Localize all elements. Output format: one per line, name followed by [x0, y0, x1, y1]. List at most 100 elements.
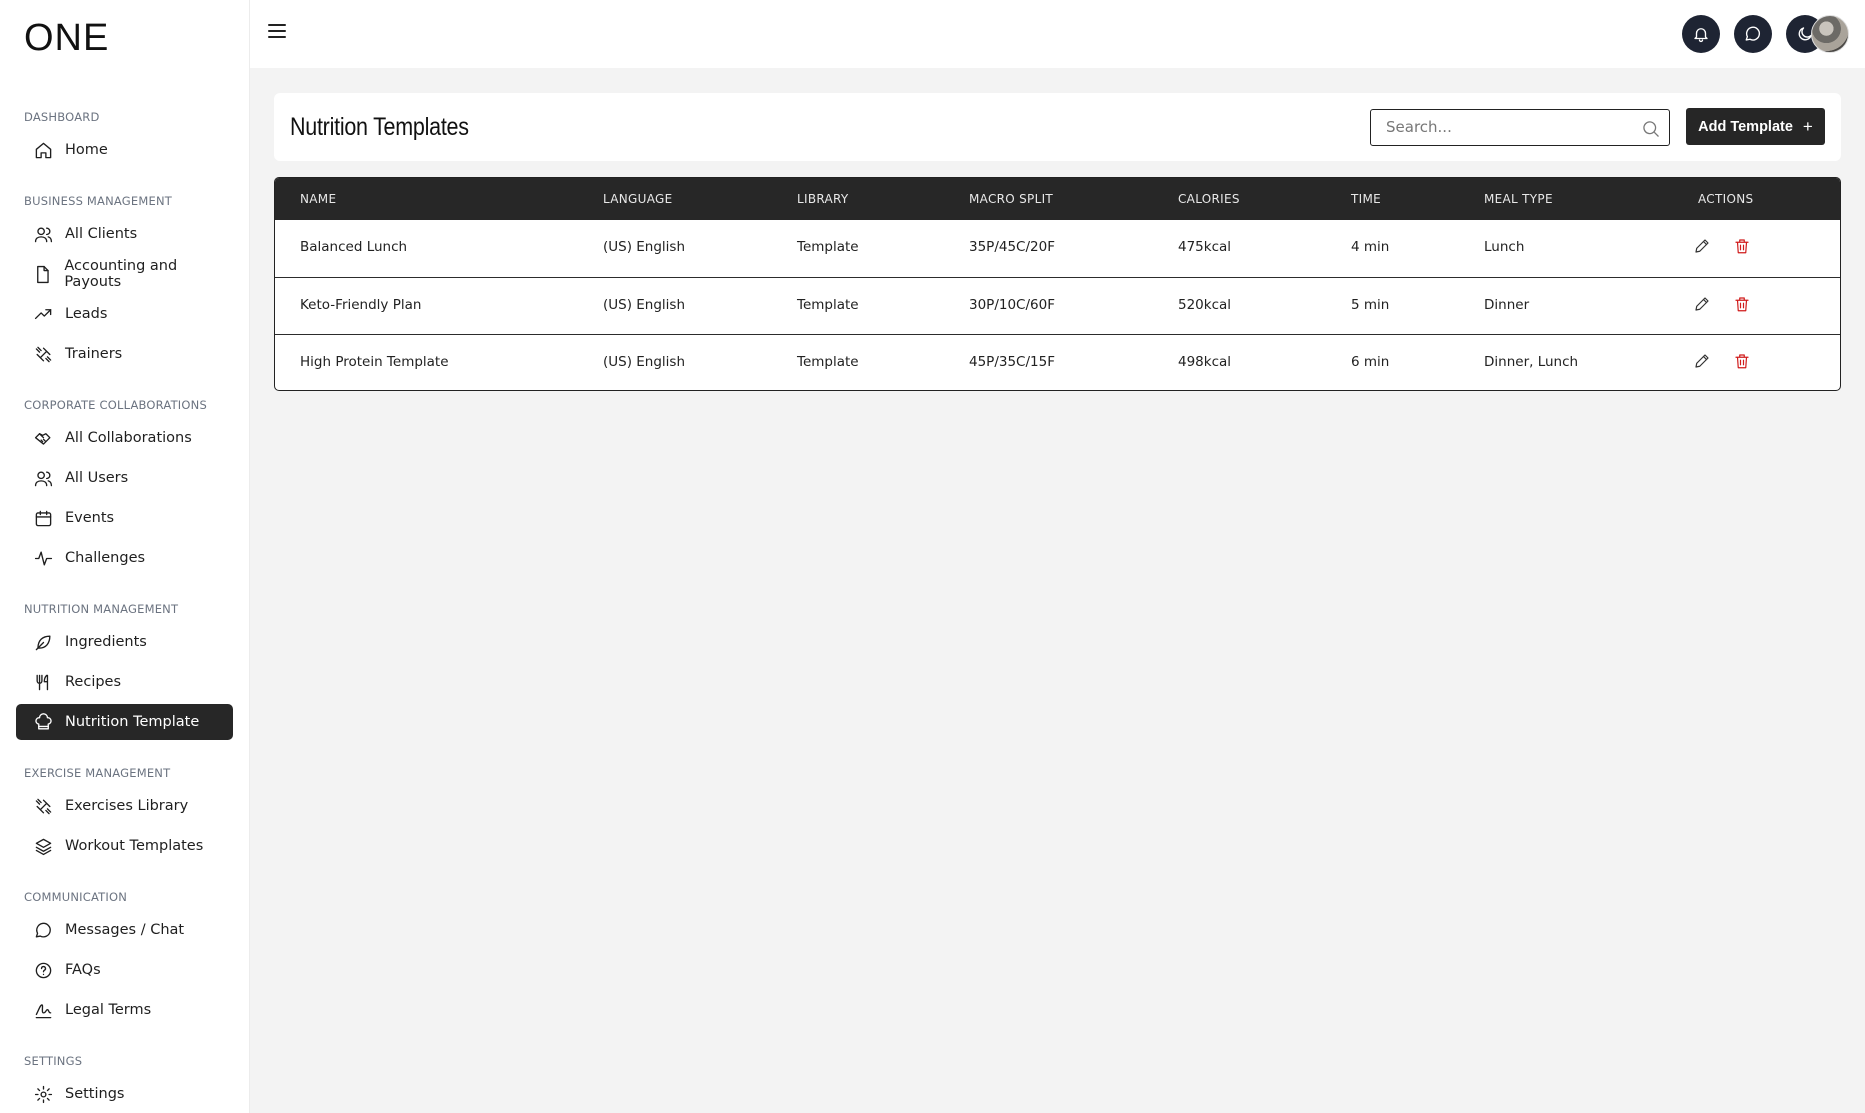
section-title-settings: SETTINGS [24, 1054, 83, 1068]
sidebar-item-faqs[interactable]: FAQs [16, 952, 233, 988]
sidebar-item-label: All Collaborations [65, 430, 192, 446]
sidebar-item-label: FAQs [65, 962, 101, 978]
sidebar-item-label: Ingredients [65, 634, 147, 650]
leaf-icon [33, 632, 53, 652]
cell-name: Keto-Friendly Plan [300, 297, 422, 313]
edit-icon[interactable] [1693, 352, 1715, 374]
sidebar-item-recipes[interactable]: Recipes [16, 664, 233, 700]
sidebar-item-events[interactable]: Events [16, 500, 233, 536]
cell-language: (US) English [603, 354, 686, 370]
notifications-button[interactable] [1682, 15, 1720, 53]
table-row[interactable]: High Protein Template (US) English Templ… [275, 334, 1840, 390]
utensils-icon [33, 672, 53, 692]
column-header-meal-type[interactable]: MEAL TYPE [1484, 192, 1553, 206]
sidebar-item-challenges[interactable]: Challenges [16, 540, 233, 576]
edit-icon[interactable] [1693, 295, 1715, 317]
app-logo[interactable]: ONE [24, 19, 109, 57]
dumbbell-icon [33, 796, 53, 816]
avatar[interactable] [1811, 15, 1849, 53]
cell-meal-type: Dinner, Lunch [1484, 354, 1579, 370]
calendar-icon [33, 508, 53, 528]
sidebar-item-accounting[interactable]: Accounting and Payouts [16, 256, 233, 292]
sidebar: ONE DASHBOARD Home BUSINESS MANAGEMENT A… [0, 0, 250, 1113]
sidebar-item-ingredients[interactable]: Ingredients [16, 624, 233, 660]
table-row[interactable]: Balanced Lunch (US) English Template 35P… [275, 220, 1840, 277]
section-title-communication: COMMUNICATION [24, 890, 128, 904]
edit-icon[interactable] [1693, 237, 1715, 259]
sidebar-item-label: Leads [65, 306, 108, 322]
column-header-name[interactable]: NAME [300, 192, 336, 206]
column-header-language[interactable]: LANGUAGE [603, 192, 673, 206]
cell-name: High Protein Template [300, 354, 449, 370]
sidebar-item-label: Legal Terms [65, 1002, 152, 1018]
cell-library: Template [797, 239, 859, 255]
sidebar-item-legal-terms[interactable]: Legal Terms [16, 992, 233, 1028]
column-header-time[interactable]: TIME [1351, 192, 1381, 206]
sidebar-item-settings[interactable]: Settings [16, 1076, 233, 1112]
search-icon[interactable] [1641, 119, 1661, 139]
cell-calories: 475kcal [1178, 239, 1232, 255]
home-icon [33, 140, 53, 160]
add-template-button[interactable]: Add Template + [1686, 108, 1825, 145]
sidebar-item-label: Accounting and Payouts [64, 258, 178, 290]
sidebar-item-home[interactable]: Home [16, 132, 233, 168]
sidebar-item-all-users[interactable]: All Users [16, 460, 233, 496]
hamburger-menu-icon[interactable] [268, 24, 286, 40]
table-header: NAME LANGUAGE LIBRARY MACRO SPLIT CALORI… [275, 178, 1840, 220]
message-icon [1745, 26, 1760, 41]
sidebar-item-exercises-library[interactable]: Exercises Library [16, 788, 233, 824]
sidebar-item-label: Home [65, 142, 108, 158]
cell-time: 6 min [1351, 354, 1390, 370]
sidebar-item-all-collaborations[interactable]: All Collaborations [16, 420, 233, 456]
cell-calories: 498kcal [1178, 354, 1232, 370]
sidebar-item-label: Messages / Chat [65, 922, 185, 938]
sidebar-item-all-clients[interactable]: All Clients [16, 216, 233, 252]
section-title-exercise: EXERCISE MANAGEMENT [24, 766, 171, 780]
sidebar-item-leads[interactable]: Leads [16, 296, 233, 332]
messages-button[interactable] [1734, 15, 1772, 53]
sidebar-item-label: All Clients [65, 226, 138, 242]
sidebar-item-label: Events [65, 510, 115, 526]
cell-meal-type: Dinner [1484, 297, 1530, 313]
cell-time: 4 min [1351, 239, 1390, 255]
search-input[interactable] [1371, 110, 1621, 144]
column-header-library[interactable]: LIBRARY [797, 192, 849, 206]
column-header-calories[interactable]: CALORIES [1178, 192, 1240, 206]
cell-time: 5 min [1351, 297, 1390, 313]
column-header-actions: ACTIONS [1698, 192, 1754, 206]
sidebar-item-label: Exercises Library [65, 798, 189, 814]
top-bar [250, 0, 1865, 68]
sidebar-item-trainers[interactable]: Trainers [16, 336, 233, 372]
sidebar-item-workout-templates[interactable]: Workout Templates [16, 828, 233, 864]
plus-icon: + [1802, 116, 1813, 136]
search-box [1370, 109, 1670, 146]
sidebar-item-label: Settings [65, 1086, 125, 1102]
delete-icon[interactable] [1733, 295, 1755, 317]
add-template-label: Add Template [1698, 118, 1793, 135]
cell-library: Template [797, 297, 859, 313]
page-header-card: Nutrition Templates Add Template + [274, 93, 1841, 161]
section-title-nutrition: NUTRITION MANAGEMENT [24, 602, 179, 616]
table-row[interactable]: Keto-Friendly Plan (US) English Template… [275, 277, 1840, 334]
delete-icon[interactable] [1733, 352, 1755, 374]
sidebar-item-label: Trainers [65, 346, 123, 362]
section-title-corporate: CORPORATE COLLABORATIONS [24, 398, 207, 412]
cell-macro-split: 30P/10C/60F [969, 297, 1055, 313]
cell-language: (US) English [603, 239, 686, 255]
layers-icon [33, 836, 53, 856]
file-icon [33, 264, 52, 284]
sidebar-item-nutrition-template[interactable]: Nutrition Template [16, 704, 233, 740]
sidebar-item-label: Workout Templates [65, 838, 204, 854]
delete-icon[interactable] [1733, 237, 1755, 259]
help-circle-icon [33, 960, 53, 980]
column-header-macro-split[interactable]: MACRO SPLIT [969, 192, 1053, 206]
activity-icon [33, 548, 53, 568]
sidebar-item-messages[interactable]: Messages / Chat [16, 912, 233, 948]
cell-language: (US) English [603, 297, 686, 313]
sidebar-item-label: Nutrition Template [65, 714, 200, 730]
gear-icon [33, 1084, 53, 1104]
dumbbell-icon [33, 344, 53, 364]
chef-hat-icon [33, 712, 53, 732]
sidebar-item-label: Challenges [65, 550, 146, 566]
cell-library: Template [797, 354, 859, 370]
